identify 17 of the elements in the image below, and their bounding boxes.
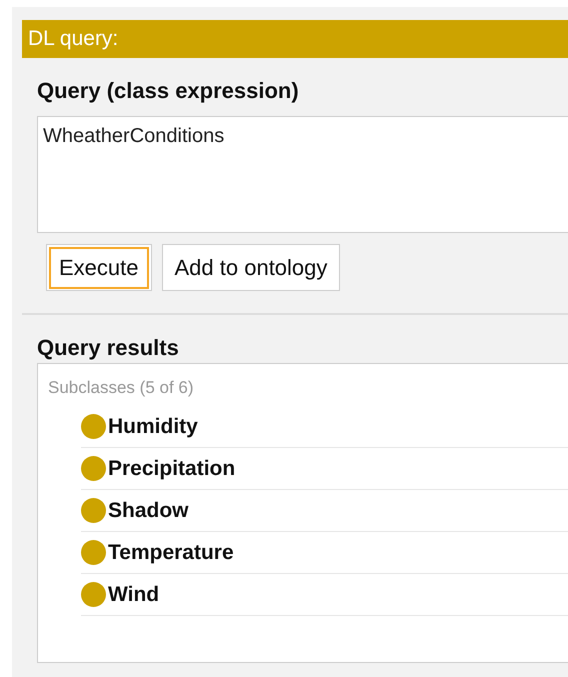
- result-row[interactable]: Precipitation: [81, 448, 568, 490]
- section-label: Subclasses (5 of 6): [48, 378, 195, 398]
- result-row[interactable]: Temperature: [81, 532, 568, 574]
- class-name: Precipitation: [108, 456, 236, 480]
- section-heading: Query results: [37, 335, 180, 361]
- button[interactable]: Add to ontology: [162, 244, 340, 291]
- class-name: Wind: [108, 582, 160, 606]
- class-name: Humidity: [108, 414, 198, 438]
- button[interactable]: Execute: [46, 244, 152, 291]
- query-field[interactable]: WheatherConditions: [37, 116, 568, 233]
- class-name: Shadow: [108, 498, 189, 522]
- panel-title: DL query:: [22, 20, 568, 58]
- result-row[interactable]: Shadow: [81, 490, 568, 532]
- class-name: Temperature: [108, 540, 234, 564]
- section-heading: Query (class expression): [37, 78, 300, 104]
- result-row[interactable]: Wind: [81, 574, 568, 616]
- result-row[interactable]: Humidity: [81, 406, 568, 448]
